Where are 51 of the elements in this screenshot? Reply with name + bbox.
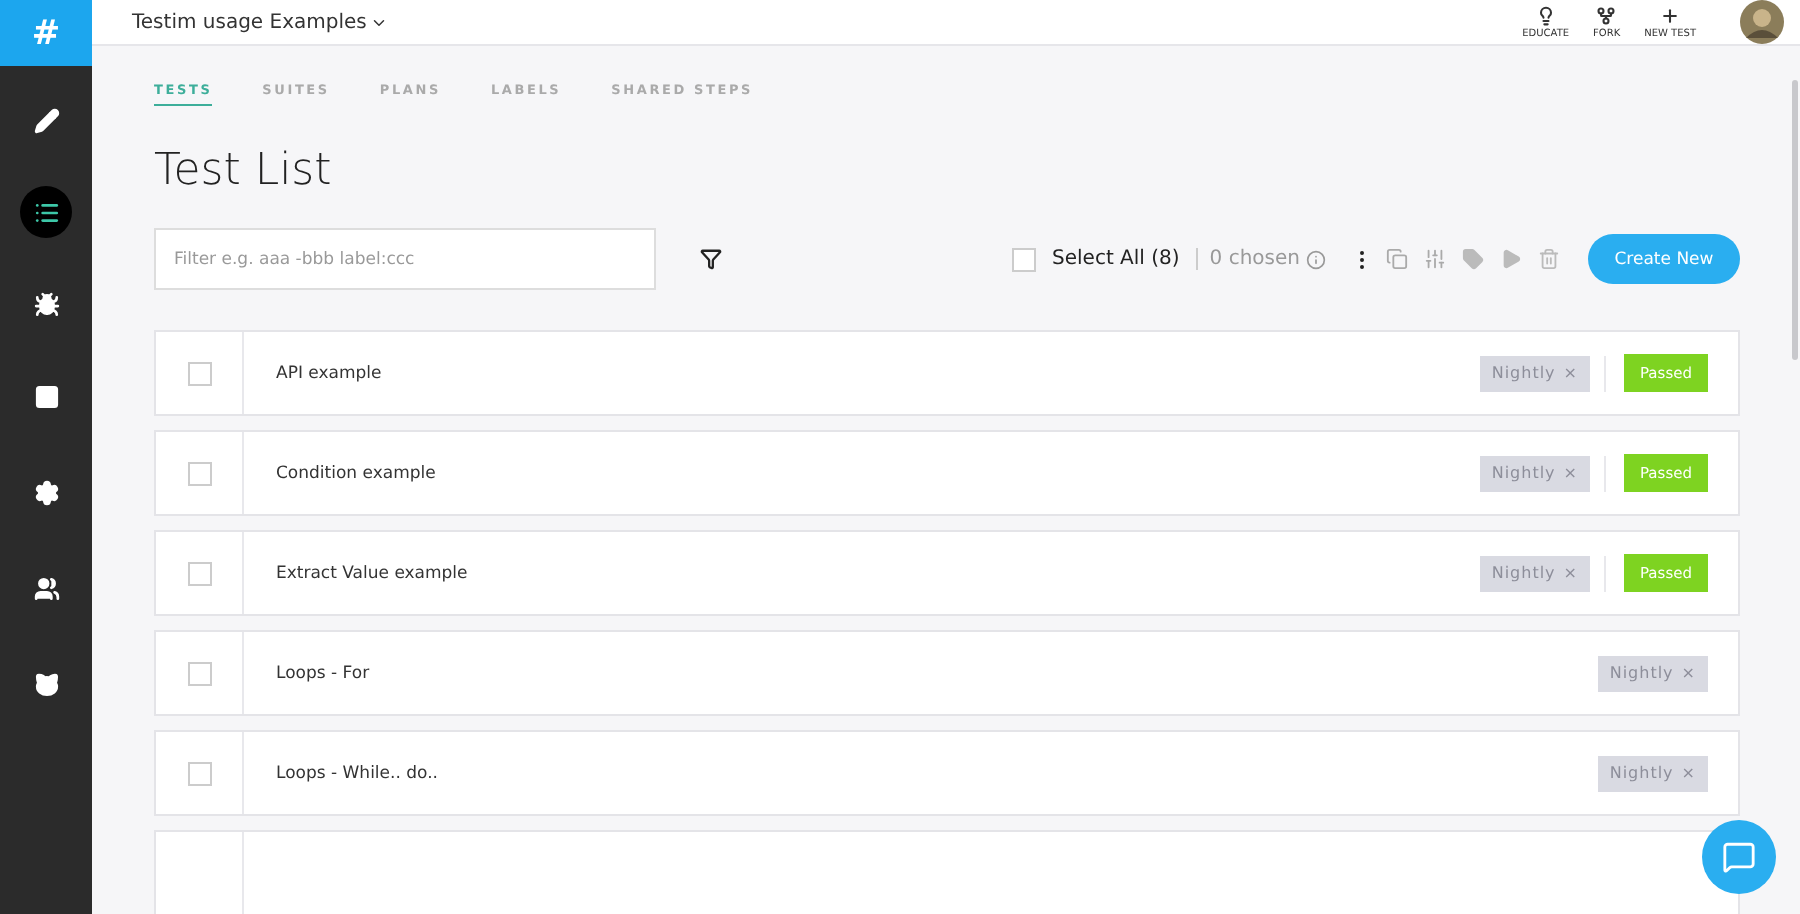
remove-tag-button[interactable]: × xyxy=(1563,564,1578,582)
chat-button[interactable] xyxy=(1702,820,1776,894)
select-all-label: Select All (8) xyxy=(1052,248,1180,270)
test-name: Condition example xyxy=(276,463,436,483)
row-checkbox[interactable] xyxy=(187,361,211,385)
row-checkbox[interactable] xyxy=(187,761,211,785)
test-row[interactable] xyxy=(154,830,1740,914)
sliders-icon[interactable] xyxy=(1424,248,1446,270)
test-row[interactable]: Loops - For Nightly × xyxy=(154,630,1740,716)
label-tag[interactable]: Nightly × xyxy=(1479,455,1590,491)
cat-icon xyxy=(33,671,59,697)
trash-icon[interactable] xyxy=(1538,248,1560,270)
row-checkbox[interactable] xyxy=(187,661,211,685)
page-title: Test List xyxy=(154,146,334,196)
select-all-checkbox[interactable] xyxy=(1012,247,1037,271)
test-name: API example xyxy=(276,363,382,383)
remove-tag-button[interactable]: × xyxy=(1681,764,1696,782)
chat-icon xyxy=(1722,840,1756,874)
label-tag[interactable]: Nightly × xyxy=(1597,655,1708,691)
people-icon xyxy=(33,575,59,601)
project-selector[interactable]: Testim usage Examples xyxy=(132,11,389,33)
logo[interactable]: # xyxy=(0,0,92,66)
bug-icon xyxy=(33,291,59,317)
fork-icon xyxy=(1596,5,1617,25)
remove-tag-button[interactable]: × xyxy=(1563,464,1578,482)
tag-icon[interactable] xyxy=(1462,248,1484,270)
row-checkbox[interactable] xyxy=(187,461,211,485)
label-tag[interactable]: Nightly × xyxy=(1479,555,1590,591)
plus-icon xyxy=(1660,5,1681,25)
scrollbar[interactable] xyxy=(1792,80,1798,360)
label-tag[interactable]: Nightly × xyxy=(1479,355,1590,391)
test-name: Loops - For xyxy=(276,663,370,683)
filter-icon[interactable] xyxy=(700,248,722,270)
test-name: Loops - While.. do.. xyxy=(276,763,438,783)
avatar[interactable] xyxy=(1740,0,1784,44)
test-row[interactable]: Loops - While.. do.. Nightly × xyxy=(154,730,1740,816)
info-icon xyxy=(1306,249,1326,269)
filter-field[interactable]: Filter e.g. aaa -bbb label:ccc xyxy=(154,228,656,290)
lightbulb-icon xyxy=(1535,5,1556,25)
chosen-count: 0 chosen xyxy=(1195,248,1300,270)
label-tag[interactable]: Nightly × xyxy=(1597,755,1708,791)
create-new-button[interactable]: Create New xyxy=(1588,234,1740,284)
row-checkbox[interactable] xyxy=(187,561,211,585)
copy-icon[interactable] xyxy=(1386,248,1408,270)
play-icon[interactable] xyxy=(1500,248,1522,270)
remove-tag-button[interactable]: × xyxy=(1563,364,1578,382)
list-icon xyxy=(33,199,59,225)
list-nav-button[interactable] xyxy=(20,186,72,238)
test-name: Extract Value example xyxy=(276,563,468,583)
pencil-icon xyxy=(33,107,59,133)
remove-tag-button[interactable]: × xyxy=(1681,664,1696,682)
